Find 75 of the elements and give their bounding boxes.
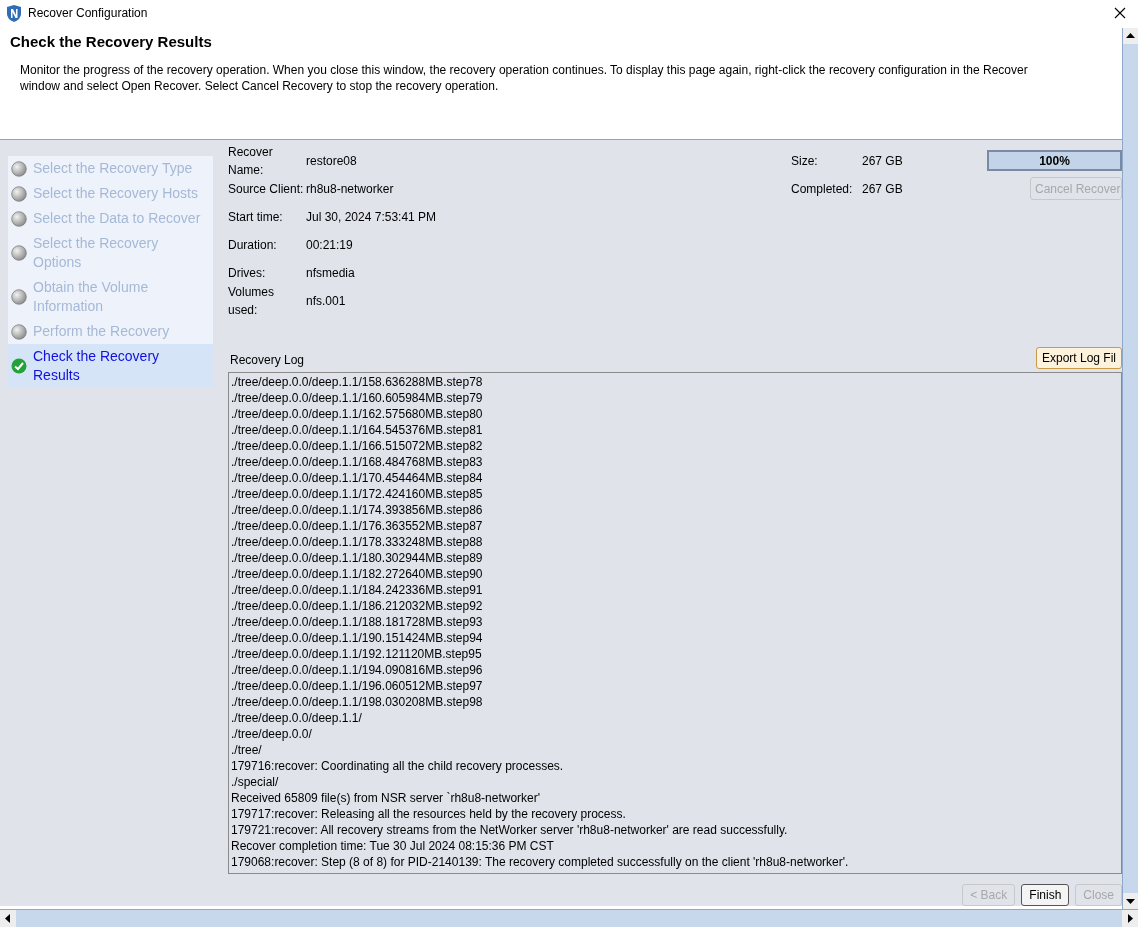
circle-icon [11, 245, 27, 261]
wizard-step[interactable]: Select the Data to Recover [8, 206, 213, 231]
log-line: 179717:recover: Releasing all the resources held by the recovery process. [231, 806, 626, 823]
export-log-button[interactable]: Export Log Fil [1035, 347, 1122, 370]
log-line: ./tree/deep.0.0/deep.1.1/166.515072MB.step82 [231, 438, 483, 455]
log-line: 179068:recover: Step (8 of 8) for PID-2140139: The recovery completed successfully on the client 'rh8u8-networker'. [231, 854, 849, 871]
log-line: Received 65809 file(s) from NSR server `rh8u8-networker' [231, 790, 541, 807]
log-line: ./tree/deep.0.0/deep.1.1/176.363552MB.step87 [231, 518, 483, 535]
wizard-step[interactable]: Perform the Recovery [8, 319, 213, 344]
log-line: ./tree/deep.0.0/deep.1.1/174.393856MB.step86 [231, 502, 483, 519]
detail-value: nfs.001 [306, 293, 346, 310]
log-line: ./tree/deep.0.0/deep.1.1/178.333248MB.step88 [231, 534, 483, 551]
log-line: ./tree/deep.0.0/deep.1.1/164.545376MB.step81 [231, 422, 483, 439]
detail-label: Duration: [228, 237, 278, 254]
window-title: Recover Configuration [28, 5, 148, 22]
wizard-step[interactable]: Obtain the Volume Information [8, 275, 213, 319]
log-line: 179721:recover: All recovery streams from the NetWorker server 'rh8u8-networker' are read successfully. [231, 822, 788, 839]
log-line: ./tree/deep.0.0/deep.1.1/184.242336MB.step91 [231, 582, 483, 599]
log-line: ./tree/deep.0.0/ [231, 726, 312, 743]
size-value: 267 GB [862, 153, 903, 170]
detail-label: Drives: [228, 265, 267, 282]
log-line: ./tree/deep.0.0/deep.1.1/186.212032MB.step92 [231, 598, 483, 615]
log-line: ./tree/deep.0.0/deep.1.1/188.181728MB.step93 [231, 614, 483, 631]
log-line: ./tree/deep.0.0/deep.1.1/180.302944MB.step89 [231, 550, 483, 567]
log-line: ./tree/deep.0.0/deep.1.1/192.121120MB.step95 [231, 646, 482, 663]
log-line: ./special/ [231, 774, 279, 791]
log-line: ./tree/deep.0.0/deep.1.1/198.030208MB.step98 [231, 694, 483, 711]
scroll-up-icon[interactable] [1123, 28, 1138, 44]
size-label: Size: [791, 153, 819, 170]
scroll-down-icon[interactable] [1123, 893, 1138, 909]
log-line: ./tree/deep.0.0/deep.1.1/190.151424MB.step94 [231, 630, 483, 647]
log-line: ./tree/deep.0.0/deep.1.1/172.424160MB.step85 [231, 486, 483, 503]
log-line: ./tree/deep.0.0/deep.1.1/162.575680MB.step80 [231, 406, 483, 423]
detail-label: Start time: [228, 209, 284, 226]
detail-label: Recover Name: [228, 144, 274, 179]
page-title: Check the Recovery Results [10, 32, 213, 52]
circle-icon [11, 210, 27, 227]
detail-value: restore08 [306, 153, 357, 170]
detail-value: nfsmedia [306, 265, 355, 282]
progress-reading: 100% [1038, 152, 1071, 169]
detail-label: Volumes used: [228, 284, 276, 319]
log-line: ./tree/deep.0.0/deep.1.1/158.636288MB.step78 [231, 374, 483, 391]
detail-value: 00:21:19 [306, 237, 353, 254]
log-line: ./tree/deep.0.0/deep.1.1/160.605984MB.step79 [231, 390, 483, 407]
check-circle-icon [11, 358, 27, 374]
log-line: ./tree/deep.0.0/deep.1.1/ [231, 710, 362, 727]
wizard-step[interactable]: Select the Recovery Hosts [8, 181, 213, 206]
page-description: Monitor the progress of the recovery operation. When you close this window, the recovery operation continues. To display this page again, right-click the recovery configuration in the Recover window and select Open Recover. Select Cancel Recovery to stop the recovery operation. [20, 61, 1029, 94]
vertical-scrollbar[interactable] [1122, 28, 1138, 909]
log-line: ./tree/deep.0.0/deep.1.1/194.090816MB.step96 [231, 662, 483, 679]
wizard-step[interactable]: Select the Recovery Type [8, 156, 213, 181]
detail-value: Jul 30, 2024 7:53:41 PM [306, 209, 437, 226]
shield-logo-icon [6, 4, 22, 22]
log-line: ./tree/deep.0.0/deep.1.1/170.454464MB.step84 [231, 470, 483, 487]
log-line: Recover completion time: Tue 30 Jul 2024 08:15:36 PM CST [231, 838, 554, 855]
size-value: 267 GB [862, 181, 903, 198]
scroll-left-icon[interactable] [0, 910, 16, 927]
wizard-button[interactable]: Finish [1021, 884, 1070, 906]
size-label: Completed: [791, 181, 854, 198]
log-line: ./tree/deep.0.0/deep.1.1/196.060512MB.step97 [231, 678, 483, 695]
circle-icon [11, 323, 27, 340]
circle-icon [11, 289, 27, 305]
wizard-step[interactable]: Select the Recovery Options [8, 231, 213, 275]
detail-value: rh8u8-networker [306, 181, 394, 198]
wizard-step[interactable]: Check the Recovery Results [8, 344, 213, 388]
log-line: ./tree/deep.0.0/deep.1.1/168.484768MB.step83 [231, 454, 483, 471]
log-title: Recovery Log [230, 352, 306, 370]
scroll-right-icon[interactable] [1122, 910, 1138, 927]
horizontal-scrollbar[interactable] [0, 909, 1138, 927]
detail-label: Source Client: [228, 181, 305, 198]
circle-icon [11, 185, 27, 202]
circle-icon [11, 160, 27, 177]
log-line: ./tree/ [231, 742, 262, 759]
log-line: ./tree/deep.0.0/deep.1.1/182.272640MB.step90 [231, 566, 483, 583]
log-line: 179716:recover: Coordinating all the child recovery processes. [231, 758, 564, 775]
